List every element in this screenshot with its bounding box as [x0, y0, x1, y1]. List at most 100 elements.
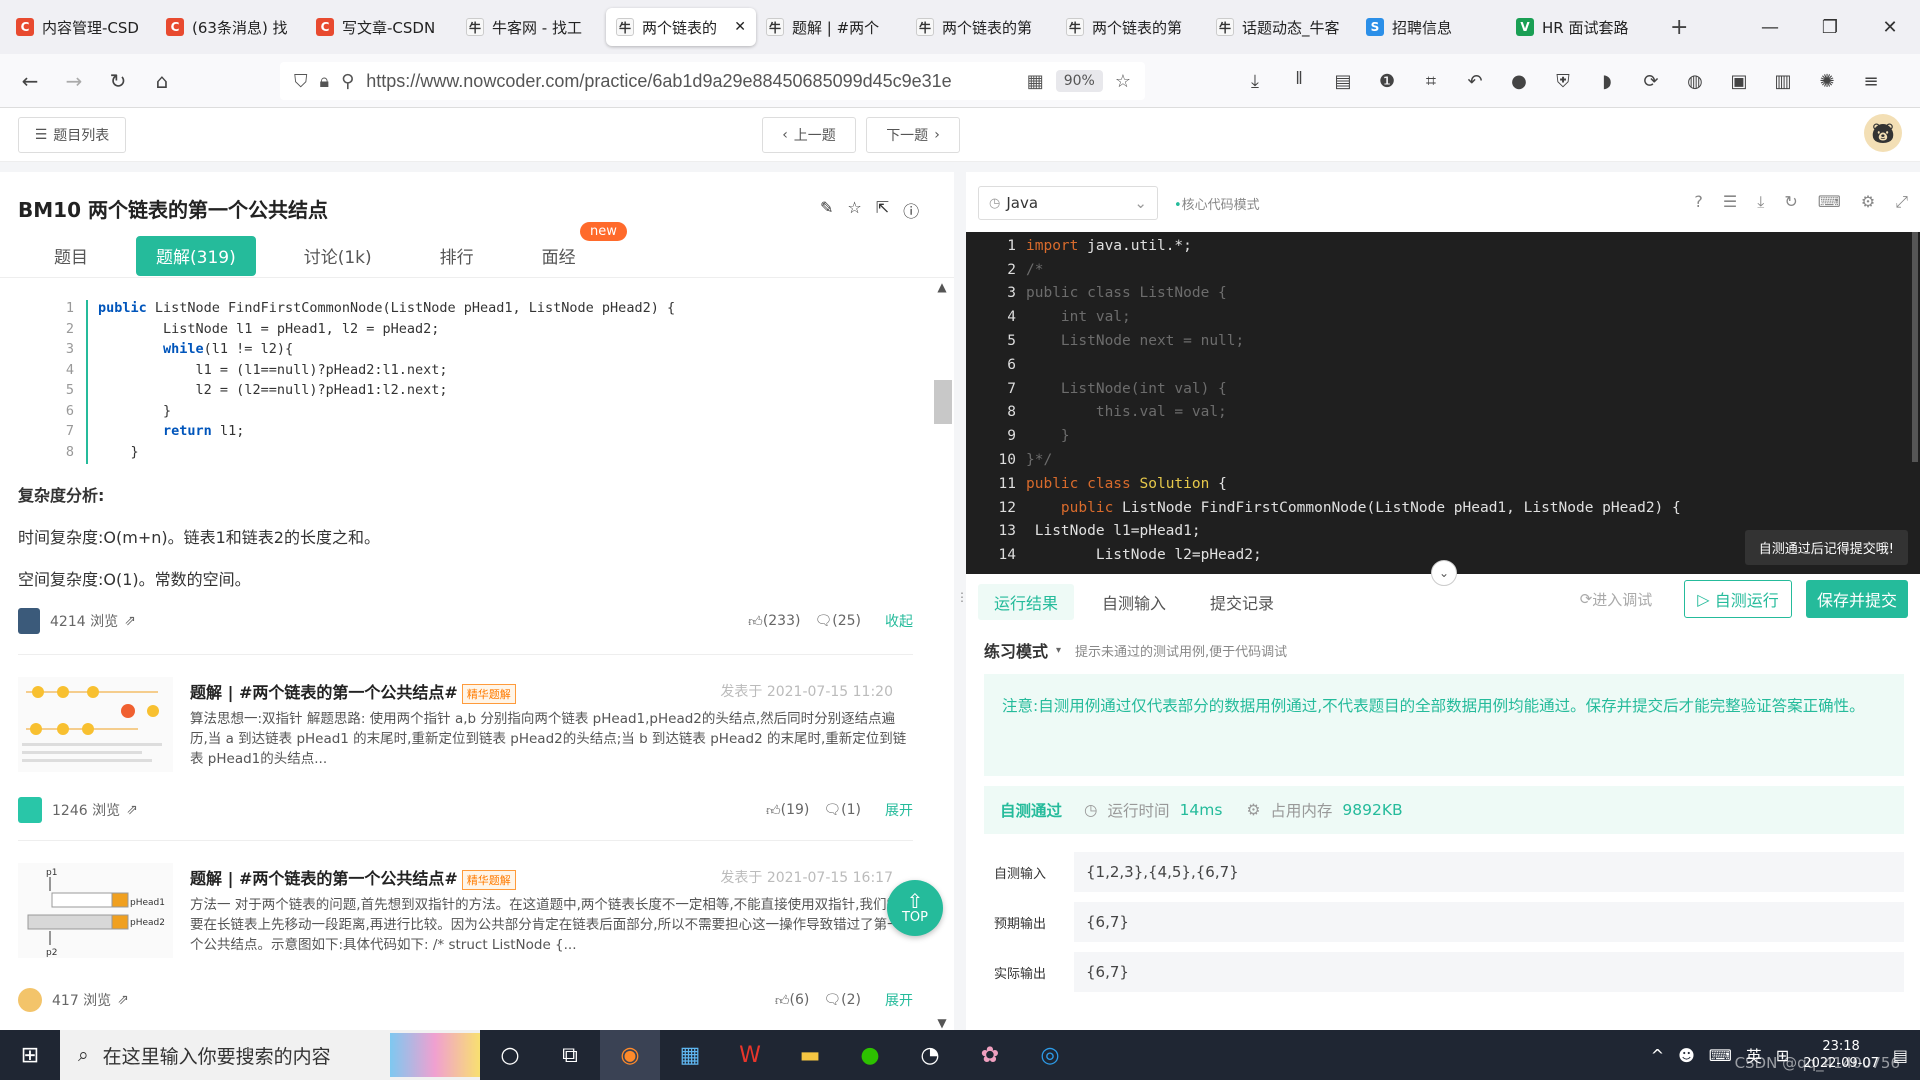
problem-tab[interactable]: 面经: [522, 236, 596, 276]
avatar[interactable]: 🐻︎: [1864, 114, 1902, 152]
bookmark-star-icon[interactable]: ☆: [1115, 71, 1131, 92]
chevron-up-icon[interactable]: ^: [1651, 1046, 1664, 1065]
reset-icon[interactable]: ↻: [1784, 192, 1797, 212]
browser-tab[interactable]: 牛两个链表的 ✕: [606, 8, 756, 46]
share-small-icon[interactable]: ⇗: [126, 802, 138, 818]
info-icon[interactable]: ⓘ: [903, 198, 919, 222]
new-tab-icon[interactable]: +: [1670, 15, 1688, 40]
browser-tab[interactable]: C 内容管理-CSD: [6, 8, 156, 46]
url-text[interactable]: https://www.nowcoder.com/practice/6ab1d9…: [366, 71, 1014, 92]
problem-tab[interactable]: 题解(319): [136, 235, 256, 276]
share-small-icon[interactable]: ⇗: [117, 992, 129, 1008]
expand-link[interactable]: 展开: [885, 800, 913, 820]
zoom-level[interactable]: 90%: [1055, 70, 1103, 92]
wps-icon[interactable]: W: [720, 1030, 780, 1080]
badge-1-icon[interactable]: ❶: [1372, 66, 1402, 96]
close-window-icon[interactable]: ✕: [1860, 0, 1920, 54]
folder-icon[interactable]: ▬: [780, 1030, 840, 1080]
problem-list-button[interactable]: ☰ 题目列表: [18, 117, 126, 153]
editor-line[interactable]: 12 public ListNode FindFirstCommonNode(L…: [966, 496, 1920, 520]
problem-tab[interactable]: 排行: [420, 236, 494, 276]
scroll-down-icon[interactable]: ▼: [932, 1016, 952, 1030]
editor-line[interactable]: 10}*/: [966, 448, 1920, 472]
author-avatar[interactable]: [18, 608, 40, 634]
language-select[interactable]: ◷ Java ⌄: [978, 186, 1158, 220]
reader-icon[interactable]: ▤: [1328, 66, 1358, 96]
back-to-top-button[interactable]: ⇧ TOP: [887, 880, 943, 936]
browser-tab[interactable]: 牛牛客网 - 找工: [456, 8, 606, 46]
editor-line[interactable]: 4 int val;: [966, 305, 1920, 329]
home-icon[interactable]: ⌂: [140, 59, 184, 103]
browser-tab[interactable]: 牛两个链表的第: [1056, 8, 1206, 46]
save-icon[interactable]: ▥: [1768, 66, 1798, 96]
editor-line[interactable]: 3 public class ListNode {: [966, 282, 1920, 306]
cortana-icon[interactable]: ○: [480, 1030, 540, 1080]
keyboard-icon[interactable]: ⌨: [1818, 192, 1841, 212]
result-tab[interactable]: 自测输入: [1086, 584, 1182, 620]
next-problem-button[interactable]: 下一题 ›: [866, 117, 960, 153]
shield-ext-icon[interactable]: ⛨: [1548, 66, 1578, 96]
comment-icon[interactable]: 🗨︎: [814, 613, 832, 629]
edit-icon[interactable]: ✎: [820, 198, 833, 222]
editor-line[interactable]: 1 import java.util.*;: [966, 234, 1920, 258]
browser-tab[interactable]: C 写文章-CSDN: [306, 8, 456, 46]
edge-icon[interactable]: ◎: [1020, 1030, 1080, 1080]
restore-icon[interactable]: ❐: [1800, 0, 1860, 54]
editor-line[interactable]: 7 ListNode(int val) {: [966, 377, 1920, 401]
author-avatar[interactable]: [18, 797, 42, 823]
browser-tab[interactable]: 牛两个链表的第: [906, 8, 1056, 46]
code-editor[interactable]: 1 import java.util.*; 2 /* 3 public class Lis…: [966, 232, 1920, 574]
card-title-text[interactable]: 题解 | #两个链表的第一个公共结点#: [190, 683, 458, 702]
solution-card[interactable]: p1 pHead1 pHead2 p2 题解 | #两个链表的第一个公共结点# 精…: [18, 840, 913, 1030]
shield-icon[interactable]: ⛉: [294, 71, 308, 92]
download-icon[interactable]: ⤓: [1240, 66, 1270, 96]
practice-mode-select[interactable]: 练习模式: [984, 638, 1048, 662]
lock-icon[interactable]: 🔒︎: [320, 71, 330, 92]
forward-icon[interactable]: →: [52, 59, 96, 103]
editor-line[interactable]: 5 ListNode next = null;: [966, 329, 1920, 353]
card-title-text[interactable]: 题解 | #两个链表的第一个公共结点#: [190, 869, 458, 888]
browser-tab[interactable]: 牛题解 | #两个: [756, 8, 906, 46]
undo-icon[interactable]: ↶: [1460, 66, 1490, 96]
anime-app-icon[interactable]: ✿: [960, 1030, 1020, 1080]
menu-icon[interactable]: ≡: [1856, 66, 1886, 96]
download-code-icon[interactable]: ⤓: [1757, 192, 1764, 212]
caret-down-icon[interactable]: ▾: [1056, 645, 1061, 656]
browser-tab[interactable]: 牛话题动态_牛客: [1206, 8, 1356, 46]
editor-line[interactable]: 8 this.val = val;: [966, 401, 1920, 425]
editor-line[interactable]: 9 }: [966, 424, 1920, 448]
clock-app-icon[interactable]: ◔: [900, 1030, 960, 1080]
wechat-icon[interactable]: ●: [840, 1030, 900, 1080]
result-tab[interactable]: 提交记录: [1194, 584, 1290, 620]
like-icon[interactable]: 👍︎: [748, 613, 763, 630]
fullscreen-icon[interactable]: ⤢: [1895, 192, 1908, 212]
game-icon[interactable]: ▣: [1724, 66, 1754, 96]
panel-splitter[interactable]: ⋮: [956, 590, 968, 610]
scroll-thumb[interactable]: [934, 380, 952, 424]
like-icon[interactable]: 👍︎: [766, 802, 781, 819]
taskbar-search[interactable]: ⌕ 在这里输入你要搜索的内容: [60, 1030, 480, 1080]
browser-tab[interactable]: S 招聘信息: [1356, 8, 1506, 46]
card-excerpt[interactable]: 算法思想一:双指针 解题思路: 使用两个指针 a,b 分别指向两个链表 pHea…: [190, 709, 910, 769]
mask-icon[interactable]: ◗: [1592, 66, 1622, 96]
help-icon[interactable]: ?: [1694, 192, 1703, 212]
file-manager-icon[interactable]: ▦: [660, 1030, 720, 1080]
editor-line[interactable]: 2 /*: [966, 258, 1920, 282]
save-submit-button[interactable]: 保存并提交: [1806, 580, 1908, 618]
scroll-up-icon[interactable]: ▲: [932, 280, 952, 294]
browser-tab[interactable]: V HR 面试套路: [1506, 8, 1656, 46]
comment-icon[interactable]: 🗨︎: [823, 802, 841, 818]
firefox-icon[interactable]: ◉: [600, 1030, 660, 1080]
collapse-link[interactable]: 收起: [885, 611, 913, 631]
outline-icon[interactable]: ☰: [1723, 192, 1737, 212]
card-excerpt[interactable]: 方法一 对于两个链表的问题,首先想到双指针的方法。在这道题中,两个链表长度不一定…: [190, 895, 910, 955]
close-tab-icon[interactable]: ✕: [734, 19, 746, 35]
editor-line[interactable]: 6: [966, 353, 1920, 377]
settings-ext-icon[interactable]: ✺: [1812, 66, 1842, 96]
prev-problem-button[interactable]: ‹ 上一题: [762, 117, 856, 153]
globe-icon[interactable]: ◍: [1680, 66, 1710, 96]
problem-tab[interactable]: 讨论(1k): [284, 236, 392, 276]
crop-icon[interactable]: ⌗: [1416, 66, 1446, 96]
like-icon[interactable]: 👍︎: [775, 992, 790, 1009]
favorite-star-icon[interactable]: ☆: [847, 198, 861, 222]
